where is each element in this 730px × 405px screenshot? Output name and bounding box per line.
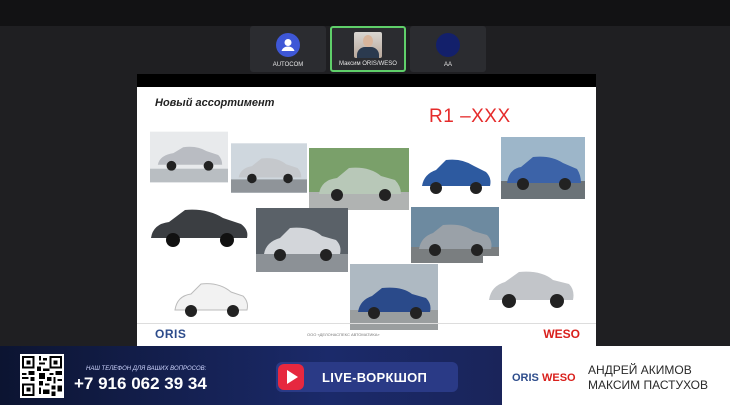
participant-name: AA — [443, 62, 452, 68]
phone-number: +7 916 062 39 34 — [74, 374, 207, 393]
car-photo — [231, 142, 307, 194]
car-photo — [150, 131, 228, 183]
top-strip — [0, 0, 730, 26]
user-avatar-icon — [276, 33, 300, 57]
car-photo — [256, 208, 348, 272]
live-label: LIVE-ВОРКШОП — [322, 370, 428, 385]
slide-footer-text: ООО «ДЕЛОНАСПЕКС АВТОМАТИКА» — [307, 332, 380, 337]
qr-code-icon[interactable] — [20, 354, 64, 398]
phone-caption: НАШ ТЕЛЕФОН ДЛЯ ВАШИХ ВОПРОСОВ: — [86, 366, 207, 372]
car-photo — [411, 207, 499, 263]
participant-strip: AUTOCOM Максим ORIS/WESO AA — [250, 26, 486, 72]
bottom-banner: НАШ ТЕЛЕФОН ДЛЯ ВАШИХ ВОПРОСОВ: +7 916 0… — [0, 346, 730, 405]
weso-logo: WESO — [543, 327, 580, 341]
car-photo — [145, 194, 255, 256]
speakers-list: АНДРЕЙ АКИМОВ МАКСИМ ПАСТУХОВ — [588, 363, 708, 393]
weso-word: WESO — [541, 372, 576, 384]
car-photo — [309, 148, 409, 210]
live-workshop-badge: LIVE-ВОРКШОП — [276, 362, 458, 392]
speakers-panel: ORIS WESO АНДРЕЙ АКИМОВ МАКСИМ ПАСТУХОВ — [502, 346, 730, 405]
shared-screen: Новый ассортимент R1 –XXX ORIS ООО «ДЕЛО… — [137, 74, 596, 346]
oris-word: ORIS — [512, 372, 539, 384]
slide-footer: ORIS ООО «ДЕЛОНАСПЕКС АВТОМАТИКА» WESO — [137, 323, 596, 346]
car-photo — [416, 150, 496, 202]
participant-name: Максим ORIS/WESO — [339, 61, 397, 67]
play-icon — [278, 364, 304, 390]
slide-title: Новый ассортимент — [155, 97, 275, 109]
participant-video — [354, 32, 382, 58]
user-avatar-icon — [436, 33, 460, 57]
oris-logo: ORIS — [155, 327, 187, 341]
car-photo — [350, 264, 438, 330]
oris-weso-logo: ORIS WESO — [512, 372, 576, 384]
participant-name: AUTOCOM — [272, 62, 304, 68]
speaker-name: МАКСИМ ПАСТУХОВ — [588, 378, 709, 392]
speaker-name: АНДРЕЙ АКИМОВ — [588, 363, 692, 377]
car-photo — [501, 137, 585, 199]
slide-code: R1 –XXX — [429, 106, 511, 127]
participant-tile-aa[interactable]: AA — [410, 26, 486, 72]
participant-tile-maxim[interactable]: Максим ORIS/WESO — [330, 26, 406, 72]
presentation-slide: Новый ассортимент R1 –XXX ORIS ООО «ДЕЛО… — [137, 87, 596, 346]
participant-tile-autocom[interactable]: AUTOCOM — [250, 26, 326, 72]
car-photo — [169, 264, 253, 328]
car-photo — [483, 256, 581, 316]
